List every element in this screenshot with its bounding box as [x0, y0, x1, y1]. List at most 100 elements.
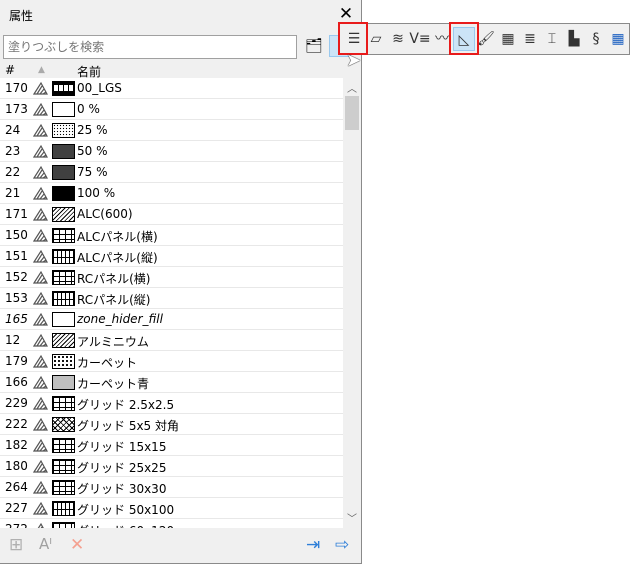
rename-icon[interactable]: Aᴵ: [39, 535, 52, 553]
fill-type-icon: [33, 312, 48, 326]
fill-type-icon: [33, 207, 48, 221]
new-attribute-icon[interactable]: ⊞: [9, 535, 23, 555]
fill-list: 170 00_LGS 173 0 % 24 25 % 23 50 % 22 75 % 21…: [0, 78, 343, 528]
export-icon[interactable]: ⇨: [335, 535, 349, 555]
fill-name: ALC(600): [77, 207, 133, 221]
fill-type-icon: [33, 480, 48, 494]
composite-icon[interactable]: ≣: [519, 27, 541, 51]
fill-number: 229: [5, 396, 28, 410]
list-header: # ▲ 名前: [0, 61, 343, 79]
fill-type-icon: [33, 186, 48, 200]
stair-icon[interactable]: ≋: [387, 27, 409, 51]
list-item[interactable]: 165 zone_hider_fill: [0, 309, 343, 330]
scroll-up-icon[interactable]: ︿: [343, 80, 361, 96]
list-item[interactable]: 153 RCパネル(縦): [0, 288, 343, 309]
pattern-swatch: [52, 144, 75, 159]
label-icon[interactable]: V≡: [409, 27, 431, 51]
fill-name: カーペット青: [77, 377, 150, 391]
fill-type-icon: [37, 522, 44, 528]
mep-icon[interactable]: §: [585, 27, 607, 51]
fill-type-icon: [33, 249, 48, 263]
fill-name: グリッド 2.5x2.5: [77, 398, 175, 412]
fill-name: 25 %: [77, 123, 108, 137]
fill-name: グリッド 60x120: [77, 522, 174, 528]
grid-icon[interactable]: ▦: [607, 27, 629, 51]
list-item[interactable]: 173 0 %: [0, 99, 343, 120]
list-item[interactable]: 152 RCパネル(横): [0, 267, 343, 288]
pattern-swatch: [52, 165, 75, 180]
profile-icon[interactable]: ⌶: [541, 27, 563, 51]
fill-name: 50 %: [77, 144, 108, 158]
list-item[interactable]: 180 グリッド 25x25: [0, 456, 343, 477]
fill-type-icon: [33, 396, 48, 410]
num-column-header[interactable]: #: [5, 63, 15, 77]
fill-name: カーペット: [77, 356, 138, 370]
pattern-swatch: [52, 207, 75, 222]
fill-number: 166: [5, 375, 28, 389]
scroll-down-icon[interactable]: ﹀: [343, 510, 361, 526]
fill-type-icon: [33, 144, 48, 158]
list-item[interactable]: 12 アルミニウム: [0, 330, 343, 351]
fill-name: ALCパネル(横): [77, 230, 158, 244]
building-material-icon[interactable]: ▦: [497, 27, 519, 51]
fill-type-icon: [33, 459, 48, 473]
fill-number: 179: [5, 354, 28, 368]
list-item[interactable]: 227 グリッド 50x100: [0, 498, 343, 519]
fill-type-icon: [33, 417, 48, 431]
fill-type-icon: [33, 81, 48, 95]
list-item[interactable]: 170 00_LGS: [0, 78, 343, 99]
fill-name: zone_hider_fill: [77, 312, 163, 326]
fill-number: 272: [5, 522, 28, 528]
fill-number: 180: [5, 459, 28, 473]
list-item[interactable]: 24 25 %: [0, 120, 343, 141]
import-icon[interactable]: ⇥: [306, 535, 320, 555]
list-item[interactable]: 21 100 %: [0, 183, 343, 204]
list-item[interactable]: 22 75 %: [0, 162, 343, 183]
fill-name: グリッド 5x5 対角: [77, 419, 180, 433]
fill-type-icon: [33, 270, 48, 284]
fill-name: 75 %: [77, 165, 108, 179]
fill-name: ALCパネル(縦): [77, 251, 158, 265]
list-item[interactable]: 179 カーペット: [0, 351, 343, 372]
fill-number: 165: [5, 312, 28, 326]
list-item[interactable]: 182 グリッド 15x15: [0, 435, 343, 456]
list-item[interactable]: 171 ALC(600): [0, 204, 343, 225]
pattern-swatch: [52, 501, 75, 516]
delete-icon[interactable]: ✕: [70, 535, 84, 555]
list-item[interactable]: 150 ALCパネル(横): [0, 225, 343, 246]
pattern-swatch: [52, 81, 75, 96]
search-input[interactable]: [3, 35, 297, 59]
folder-view-button[interactable]: 🗂: [303, 35, 325, 57]
scrollbar-thumb[interactable]: [345, 96, 359, 130]
sort-up-icon[interactable]: ▲: [38, 65, 45, 75]
close-icon[interactable]: ✕: [338, 4, 354, 24]
fill-number: 170: [5, 81, 28, 95]
list-item[interactable]: 264 グリッド 30x30: [0, 477, 343, 498]
fill-type-icon: [33, 438, 48, 452]
list-item[interactable]: 23 50 %: [0, 141, 343, 162]
list-item[interactable]: 151 ALCパネル(縦): [0, 246, 343, 267]
fill-type-icon: [33, 165, 48, 179]
highlight-box: [449, 22, 479, 55]
fill-number: 21: [5, 186, 21, 200]
fill-name: グリッド 15x15: [77, 440, 167, 454]
list-item[interactable]: 166 カーペット青: [0, 372, 343, 393]
surface-icon[interactable]: ▱: [365, 27, 387, 51]
pattern-swatch: [52, 186, 75, 201]
fill-number: 171: [5, 207, 28, 221]
list-item[interactable]: 272 グリッド 60x120: [0, 519, 343, 528]
list-item[interactable]: 229 グリッド 2.5x2.5: [0, 393, 343, 414]
zone-icon[interactable]: ▙: [563, 27, 585, 51]
pattern-swatch: [52, 375, 75, 390]
fill-number: 24: [5, 123, 21, 137]
attribute-type-toolbar: ☰ ▱ ≋ V≡ 〰 ◺ 🖌 ▦ ≣ ⌶ ▙ § ▦: [340, 23, 630, 55]
fill-name: グリッド 25x25: [77, 461, 167, 475]
list-item[interactable]: 222 グリッド 5x5 対角: [0, 414, 343, 435]
scrollbar[interactable]: ︿ ﹀: [343, 78, 361, 528]
fill-number: 227: [5, 501, 28, 515]
attributes-panel: 属性 ✕ 🗂 # ▲ 名前 170 00_LGS173 0 %24 25 %23…: [0, 0, 362, 564]
fill-name: グリッド 50x100: [77, 503, 175, 517]
panel-title: 属性: [9, 9, 34, 23]
fill-type-icon: [33, 333, 48, 347]
fill-number: 182: [5, 438, 28, 452]
